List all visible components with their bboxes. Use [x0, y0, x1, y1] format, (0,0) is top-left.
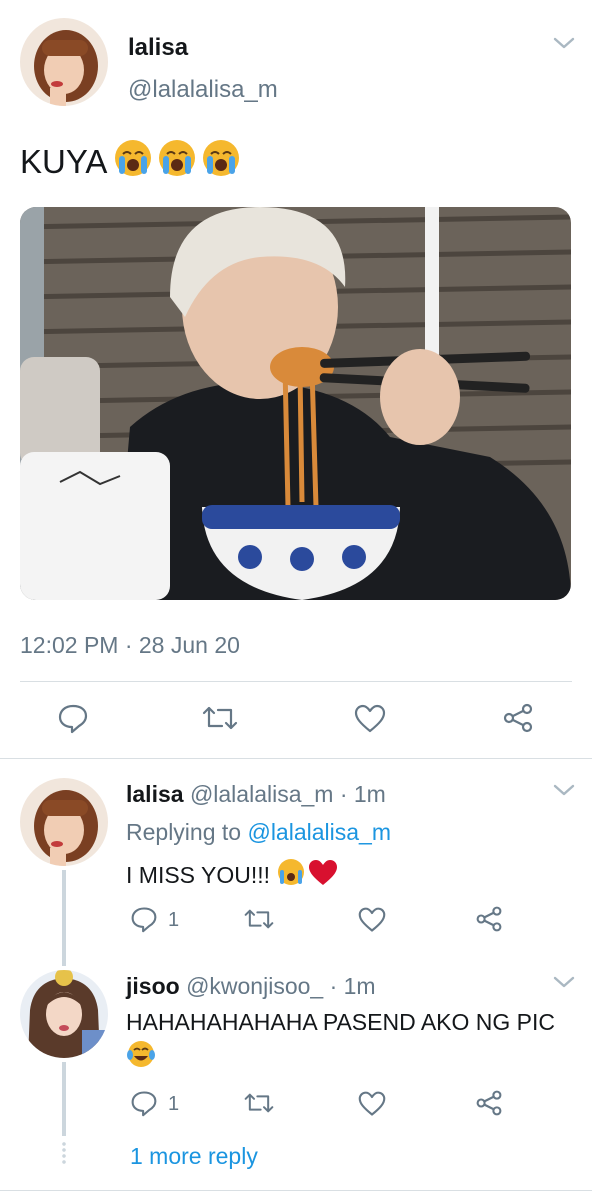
avatar[interactable]: [20, 18, 108, 106]
thread-line: [62, 1062, 66, 1136]
reply-time[interactable]: · 1m: [340, 781, 386, 807]
tweet-text: KUYA: [20, 138, 245, 186]
thread-line: [62, 870, 66, 966]
crying-face-emoji-icon: [113, 138, 245, 186]
reply-author-handle[interactable]: @kwonjisoo_: [186, 973, 323, 999]
tweet-photo[interactable]: [20, 207, 571, 600]
author-handle[interactable]: @lalalalisa_m: [128, 76, 278, 104]
like-icon[interactable]: [358, 1090, 386, 1118]
author-name[interactable]: lalisa: [128, 34, 188, 62]
share-icon[interactable]: [502, 702, 534, 734]
reply-count: 1: [168, 1093, 180, 1115]
laughing-tears-emoji-icon: [126, 1039, 156, 1074]
reply-icon[interactable]: [130, 1089, 158, 1117]
retweet-icon[interactable]: [244, 905, 274, 933]
share-icon[interactable]: [475, 1089, 503, 1117]
reply-author-name[interactable]: lalisa: [126, 781, 184, 807]
avatar[interactable]: [20, 970, 108, 1058]
retweet-icon[interactable]: [202, 702, 238, 734]
reply-text-label: I MISS YOU!!!: [126, 861, 270, 888]
retweet-icon[interactable]: [244, 1089, 274, 1117]
replying-to-label: Replying to: [126, 819, 242, 845]
like-icon[interactable]: [358, 906, 386, 934]
avatar[interactable]: [20, 778, 108, 866]
more-replies-link[interactable]: 1 more reply: [130, 1143, 258, 1170]
divider: [0, 1190, 592, 1191]
divider: [0, 758, 592, 759]
like-icon[interactable]: [354, 703, 386, 735]
reply-icon[interactable]: [130, 905, 158, 933]
crying-face-heart-emoji-icon: [276, 857, 340, 893]
reply-author-name[interactable]: jisoo: [126, 973, 180, 999]
chevron-down-icon[interactable]: [553, 975, 575, 989]
tweet-timestamp[interactable]: 12:02 PM · 28 Jun 20: [20, 632, 240, 659]
reply-time[interactable]: · 1m: [330, 973, 376, 999]
chevron-down-icon[interactable]: [553, 36, 575, 50]
replying-to-link[interactable]: @lalalalisa_m: [247, 819, 391, 845]
reply-text: HAHAHAHAHAHA PASEND AKO NG PIC: [126, 1009, 556, 1035]
reply-header: lalisa @lalalalisa_m · 1m: [126, 781, 386, 808]
reply-count: 1: [168, 909, 180, 931]
thread-dots: [62, 1141, 66, 1165]
tweet-text-label: KUYA: [20, 143, 108, 180]
divider: [20, 681, 572, 682]
share-icon[interactable]: [475, 905, 503, 933]
reply-header: jisoo @kwonjisoo_ · 1m: [126, 973, 376, 1000]
replying-to: Replying to @lalalalisa_m: [126, 819, 391, 846]
chevron-down-icon[interactable]: [553, 783, 575, 797]
reply-author-handle[interactable]: @lalalalisa_m: [190, 781, 334, 807]
reply-icon[interactable]: [57, 702, 89, 734]
reply-text: I MISS YOU!!!: [126, 857, 340, 893]
